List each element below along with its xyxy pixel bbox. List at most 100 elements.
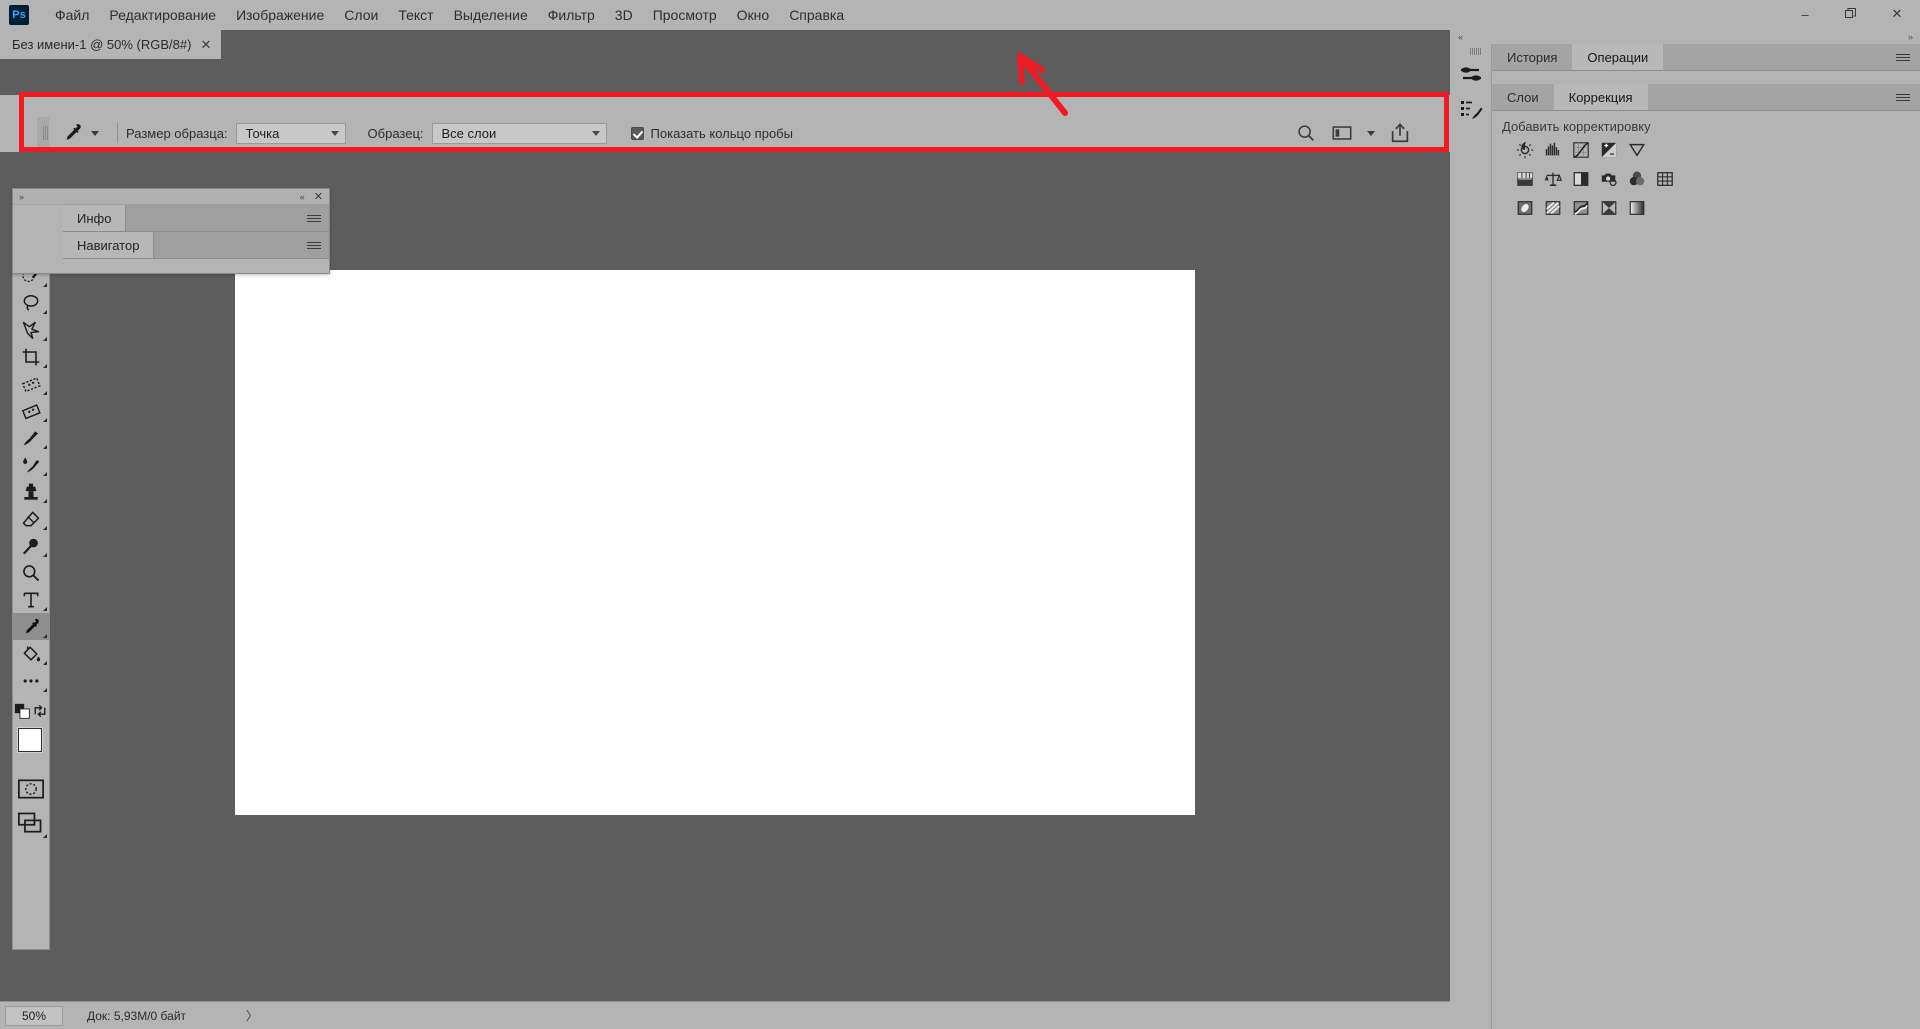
document-canvas[interactable]: [235, 270, 1195, 815]
info-panel-menu-button[interactable]: [307, 205, 329, 231]
adj-posterize[interactable]: [1542, 198, 1564, 218]
tool-brush[interactable]: [13, 424, 49, 451]
tool-zoom[interactable]: [13, 559, 49, 586]
menu-item-10[interactable]: Справка: [779, 2, 854, 28]
tool-paint-bucket[interactable]: [13, 640, 49, 667]
show-sampling-ring-checkbox[interactable]: Показать кольцо пробы: [630, 126, 793, 141]
zoom-level-field[interactable]: 50%: [5, 1005, 63, 1026]
channel-mixer-icon: [1629, 171, 1645, 186]
tool-spot-healing[interactable]: [13, 397, 49, 424]
adj-color-balance[interactable]: [1542, 169, 1564, 189]
tool-frame[interactable]: [13, 370, 49, 397]
menu-item-4[interactable]: Текст: [388, 2, 443, 28]
tab-actions[interactable]: Операции: [1572, 44, 1664, 70]
quick-mask-button[interactable]: [13, 772, 49, 806]
dock-collapse-bar[interactable]: « »: [1450, 30, 1920, 44]
adj-channel-mixer[interactable]: [1626, 169, 1648, 189]
menu-item-9[interactable]: Окно: [727, 2, 780, 28]
adj-levels[interactable]: [1542, 140, 1564, 160]
adj-threshold[interactable]: [1570, 198, 1592, 218]
document-tab-title: Без имени-1 @ 50% (RGB/8#): [12, 37, 192, 52]
options-bar-right-icons: [1295, 122, 1425, 144]
floating-panel-header[interactable]: » « ✕: [13, 189, 329, 205]
tab-adjustments[interactable]: Коррекция: [1553, 84, 1648, 110]
search-icon[interactable]: [1295, 122, 1317, 144]
info-navigator-floating-panel: » « ✕ Инфо Навигатор: [12, 188, 330, 274]
tab-info[interactable]: Инфо: [63, 205, 127, 231]
adj-color-lookup[interactable]: [1654, 169, 1676, 189]
tab-label: Коррекция: [1568, 89, 1633, 105]
expand-panel-icon[interactable]: »: [19, 192, 24, 202]
tool-eyedropper[interactable]: [13, 613, 49, 640]
tool-eraser[interactable]: [13, 505, 49, 532]
menu-item-1[interactable]: Редактирование: [99, 2, 226, 28]
adjustments-panel-menu-button[interactable]: [1896, 84, 1920, 110]
brightness-contrast-icon: [1516, 141, 1534, 159]
workspace-icon[interactable]: [1331, 122, 1353, 144]
swap-colors-icon[interactable]: [32, 703, 48, 719]
tool-type[interactable]: [13, 586, 49, 613]
tab-history[interactable]: История: [1492, 44, 1573, 70]
divider: [117, 123, 118, 143]
rail-styles-button[interactable]: [1450, 92, 1492, 126]
close-icon[interactable]: ✕: [314, 190, 323, 203]
adj-gradient-map[interactable]: [1598, 198, 1620, 218]
screen-mode-button[interactable]: [13, 806, 49, 840]
menu-item-0[interactable]: Файл: [45, 2, 99, 28]
restore-button[interactable]: [1828, 0, 1874, 28]
menu-item-8[interactable]: Просмотр: [643, 2, 727, 28]
history-actions-panel-group: История Операции: [1492, 44, 1920, 84]
rail-adjustments-button[interactable]: [1450, 58, 1492, 92]
minimize-button[interactable]: –: [1782, 0, 1828, 28]
adj-invert[interactable]: [1514, 198, 1536, 218]
history-panel-menu-button[interactable]: [1896, 44, 1920, 70]
adj-curves[interactable]: [1570, 140, 1592, 160]
dock-rail-grip[interactable]: [1450, 44, 1491, 58]
adj-selective-color[interactable]: [1626, 198, 1648, 218]
adj-photo-filter[interactable]: [1598, 169, 1620, 189]
menu-item-5[interactable]: Выделение: [444, 2, 538, 28]
tab-navigator[interactable]: Навигатор: [63, 232, 155, 258]
adj-black-white[interactable]: [1570, 169, 1592, 189]
close-button[interactable]: ✕: [1874, 0, 1920, 28]
tool-edit-toolbar[interactable]: [13, 667, 49, 694]
options-bar-grip[interactable]: [37, 117, 49, 149]
black-white-icon: [1573, 172, 1589, 186]
foreground-color-swatch[interactable]: [18, 728, 42, 752]
tool-blur[interactable]: [13, 532, 49, 559]
checkbox-icon[interactable]: [630, 126, 644, 140]
tool-crop[interactable]: [13, 343, 49, 370]
share-icon[interactable]: [1389, 122, 1411, 144]
menu-item-2[interactable]: Изображение: [226, 2, 334, 28]
menu-item-7[interactable]: 3D: [605, 2, 643, 28]
chevron-right-icon[interactable]: 〉: [246, 1007, 258, 1024]
dock-icon-rail: [1450, 44, 1492, 1029]
tool-preset-picker[interactable]: [49, 117, 109, 149]
adj-exposure[interactable]: [1598, 140, 1620, 160]
sample-size-label: Размер образца:: [126, 125, 228, 141]
collapse-panel-icon[interactable]: «: [300, 192, 305, 202]
tab-layers[interactable]: Слои: [1492, 84, 1554, 110]
styles-rail-icon: [1461, 101, 1483, 119]
expand-dock-icon[interactable]: »: [1908, 32, 1913, 42]
sample-size-select[interactable]: Точка: [235, 122, 346, 144]
adj-hue-saturation[interactable]: [1514, 169, 1536, 189]
adj-brightness-contrast[interactable]: [1514, 140, 1536, 160]
adj-vibrance[interactable]: [1626, 140, 1648, 160]
tool-lasso[interactable]: [13, 289, 49, 316]
sample-select[interactable]: Все слои: [431, 122, 607, 144]
color-balance-icon: [1544, 172, 1562, 187]
menu-item-3[interactable]: Слои: [334, 2, 388, 28]
adjustments-rail-icon: [1461, 67, 1481, 81]
default-colors-icon[interactable]: [14, 703, 31, 720]
tool-clone-stamp[interactable]: [13, 478, 49, 505]
navigator-panel-menu-button[interactable]: [307, 232, 329, 258]
collapse-dock-icon[interactable]: «: [1458, 32, 1463, 42]
menu-item-6[interactable]: Фильтр: [538, 2, 605, 28]
canvas-area[interactable]: [0, 152, 1450, 1001]
tool-magic-wand[interactable]: [13, 316, 49, 343]
chevron-down-icon[interactable]: [1367, 130, 1375, 136]
document-tab[interactable]: Без имени-1 @ 50% (RGB/8#) ✕: [0, 30, 223, 59]
close-icon[interactable]: ✕: [200, 37, 211, 53]
tool-mixer-brush[interactable]: [13, 451, 49, 478]
